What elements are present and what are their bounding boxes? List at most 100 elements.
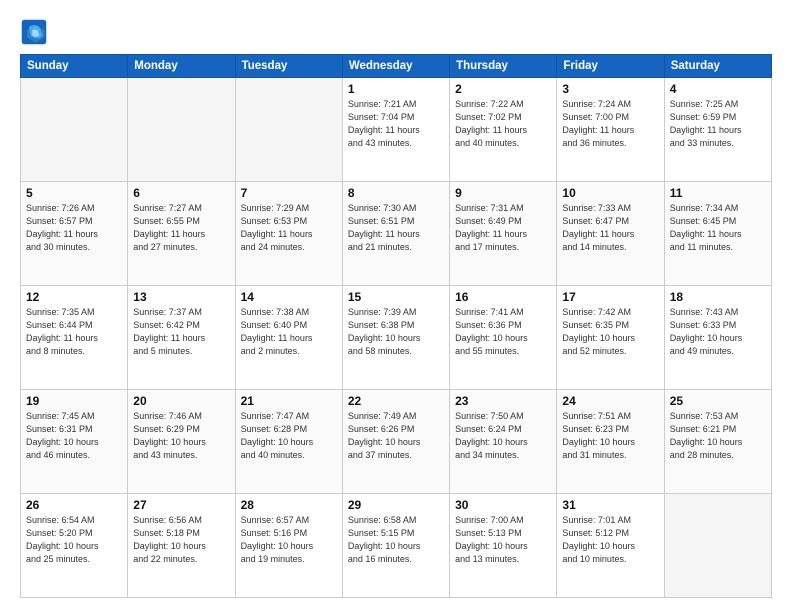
calendar-cell: 15 Sunrise: 7:39 AM Sunset: 6:38 PM Dayli… bbox=[342, 286, 449, 390]
calendar-cell: 16 Sunrise: 7:41 AM Sunset: 6:36 PM Dayli… bbox=[450, 286, 557, 390]
calendar-cell: 2 Sunrise: 7:22 AM Sunset: 7:02 PM Daylig… bbox=[450, 78, 557, 182]
calendar-cell: 19 Sunrise: 7:45 AM Sunset: 6:31 PM Dayli… bbox=[21, 390, 128, 494]
calendar-cell: 20 Sunrise: 7:46 AM Sunset: 6:29 PM Dayli… bbox=[128, 390, 235, 494]
weekday-header-saturday: Saturday bbox=[664, 55, 771, 78]
day-info: Sunrise: 7:41 AM Sunset: 6:36 PM Dayligh… bbox=[455, 306, 551, 358]
day-number: 20 bbox=[133, 394, 229, 408]
weekday-header-tuesday: Tuesday bbox=[235, 55, 342, 78]
calendar-cell: 1 Sunrise: 7:21 AM Sunset: 7:04 PM Daylig… bbox=[342, 78, 449, 182]
calendar-cell: 24Sunrise: 7:51 AM Sunset: 6:23 PM Dayli… bbox=[557, 390, 664, 494]
calendar-table: SundayMondayTuesdayWednesdayThursdayFrid… bbox=[20, 54, 772, 598]
day-number: 13 bbox=[133, 290, 229, 304]
calendar-cell bbox=[664, 494, 771, 598]
day-info: Sunrise: 7:37 AM Sunset: 6:42 PM Dayligh… bbox=[133, 306, 229, 358]
day-number: 1 bbox=[348, 82, 444, 96]
day-number: 7 bbox=[241, 186, 337, 200]
day-info: Sunrise: 6:57 AM Sunset: 5:16 PM Dayligh… bbox=[241, 514, 337, 566]
logo bbox=[20, 18, 52, 46]
day-info: Sunrise: 7:53 AM Sunset: 6:21 PM Dayligh… bbox=[670, 410, 766, 462]
calendar-cell: 25 Sunrise: 7:53 AM Sunset: 6:21 PM Dayli… bbox=[664, 390, 771, 494]
day-number: 25 bbox=[670, 394, 766, 408]
day-number: 30 bbox=[455, 498, 551, 512]
weekday-header-thursday: Thursday bbox=[450, 55, 557, 78]
day-info: Sunrise: 7:49 AM Sunset: 6:26 PM Dayligh… bbox=[348, 410, 444, 462]
day-number: 19 bbox=[26, 394, 122, 408]
day-info: Sunrise: 6:54 AM Sunset: 5:20 PM Dayligh… bbox=[26, 514, 122, 566]
calendar-week-row: 19 Sunrise: 7:45 AM Sunset: 6:31 PM Dayli… bbox=[21, 390, 772, 494]
day-info: Sunrise: 7:45 AM Sunset: 6:31 PM Dayligh… bbox=[26, 410, 122, 462]
calendar-cell: 23 Sunrise: 7:50 AM Sunset: 6:24 PM Dayli… bbox=[450, 390, 557, 494]
day-info: Sunrise: 7:50 AM Sunset: 6:24 PM Dayligh… bbox=[455, 410, 551, 462]
day-info: Sunrise: 7:42 AM Sunset: 6:35 PM Dayligh… bbox=[562, 306, 658, 358]
day-info: Sunrise: 7:24 AM Sunset: 7:00 PM Dayligh… bbox=[562, 98, 658, 150]
day-info: Sunrise: 7:27 AM Sunset: 6:55 PM Dayligh… bbox=[133, 202, 229, 254]
day-info: Sunrise: 7:46 AM Sunset: 6:29 PM Dayligh… bbox=[133, 410, 229, 462]
weekday-header-wednesday: Wednesday bbox=[342, 55, 449, 78]
header bbox=[20, 18, 772, 46]
calendar-week-row: 12Sunrise: 7:35 AM Sunset: 6:44 PM Dayli… bbox=[21, 286, 772, 390]
weekday-header-row: SundayMondayTuesdayWednesdayThursdayFrid… bbox=[21, 55, 772, 78]
day-info: Sunrise: 7:34 AM Sunset: 6:45 PM Dayligh… bbox=[670, 202, 766, 254]
day-number: 9 bbox=[455, 186, 551, 200]
day-number: 18 bbox=[670, 290, 766, 304]
day-number: 27 bbox=[133, 498, 229, 512]
weekday-header-friday: Friday bbox=[557, 55, 664, 78]
day-info: Sunrise: 7:51 AM Sunset: 6:23 PM Dayligh… bbox=[562, 410, 658, 462]
day-number: 17 bbox=[562, 290, 658, 304]
calendar-cell: 28 Sunrise: 6:57 AM Sunset: 5:16 PM Dayli… bbox=[235, 494, 342, 598]
day-info: Sunrise: 7:21 AM Sunset: 7:04 PM Dayligh… bbox=[348, 98, 444, 150]
calendar-cell: 27 Sunrise: 6:56 AM Sunset: 5:18 PM Dayli… bbox=[128, 494, 235, 598]
calendar-cell: 4 Sunrise: 7:25 AM Sunset: 6:59 PM Daylig… bbox=[664, 78, 771, 182]
calendar-cell: 13 Sunrise: 7:37 AM Sunset: 6:42 PM Dayli… bbox=[128, 286, 235, 390]
day-number: 23 bbox=[455, 394, 551, 408]
calendar-cell: 5Sunrise: 7:26 AM Sunset: 6:57 PM Daylig… bbox=[21, 182, 128, 286]
day-number: 16 bbox=[455, 290, 551, 304]
calendar-cell: 31Sunrise: 7:01 AM Sunset: 5:12 PM Dayli… bbox=[557, 494, 664, 598]
page: SundayMondayTuesdayWednesdayThursdayFrid… bbox=[0, 0, 792, 612]
day-number: 29 bbox=[348, 498, 444, 512]
day-info: Sunrise: 7:31 AM Sunset: 6:49 PM Dayligh… bbox=[455, 202, 551, 254]
calendar-cell: 14Sunrise: 7:38 AM Sunset: 6:40 PM Dayli… bbox=[235, 286, 342, 390]
day-info: Sunrise: 7:39 AM Sunset: 6:38 PM Dayligh… bbox=[348, 306, 444, 358]
day-number: 4 bbox=[670, 82, 766, 96]
day-info: Sunrise: 7:25 AM Sunset: 6:59 PM Dayligh… bbox=[670, 98, 766, 150]
logo-icon bbox=[20, 18, 48, 46]
calendar-cell bbox=[128, 78, 235, 182]
day-number: 28 bbox=[241, 498, 337, 512]
day-info: Sunrise: 7:38 AM Sunset: 6:40 PM Dayligh… bbox=[241, 306, 337, 358]
weekday-header-sunday: Sunday bbox=[21, 55, 128, 78]
day-info: Sunrise: 7:35 AM Sunset: 6:44 PM Dayligh… bbox=[26, 306, 122, 358]
day-info: Sunrise: 7:33 AM Sunset: 6:47 PM Dayligh… bbox=[562, 202, 658, 254]
day-info: Sunrise: 7:47 AM Sunset: 6:28 PM Dayligh… bbox=[241, 410, 337, 462]
calendar-cell: 30 Sunrise: 7:00 AM Sunset: 5:13 PM Dayli… bbox=[450, 494, 557, 598]
calendar-cell: 9 Sunrise: 7:31 AM Sunset: 6:49 PM Daylig… bbox=[450, 182, 557, 286]
day-number: 6 bbox=[133, 186, 229, 200]
day-number: 15 bbox=[348, 290, 444, 304]
calendar-cell: 12Sunrise: 7:35 AM Sunset: 6:44 PM Dayli… bbox=[21, 286, 128, 390]
day-number: 2 bbox=[455, 82, 551, 96]
calendar-cell: 26 Sunrise: 6:54 AM Sunset: 5:20 PM Dayli… bbox=[21, 494, 128, 598]
calendar-cell: 22 Sunrise: 7:49 AM Sunset: 6:26 PM Dayli… bbox=[342, 390, 449, 494]
day-info: Sunrise: 7:22 AM Sunset: 7:02 PM Dayligh… bbox=[455, 98, 551, 150]
day-number: 10 bbox=[562, 186, 658, 200]
calendar-cell: 17 Sunrise: 7:42 AM Sunset: 6:35 PM Dayli… bbox=[557, 286, 664, 390]
day-info: Sunrise: 7:30 AM Sunset: 6:51 PM Dayligh… bbox=[348, 202, 444, 254]
day-info: Sunrise: 6:58 AM Sunset: 5:15 PM Dayligh… bbox=[348, 514, 444, 566]
weekday-header-monday: Monday bbox=[128, 55, 235, 78]
day-number: 22 bbox=[348, 394, 444, 408]
calendar-cell: 3Sunrise: 7:24 AM Sunset: 7:00 PM Daylig… bbox=[557, 78, 664, 182]
calendar-cell: 11Sunrise: 7:34 AM Sunset: 6:45 PM Dayli… bbox=[664, 182, 771, 286]
calendar-cell: 7Sunrise: 7:29 AM Sunset: 6:53 PM Daylig… bbox=[235, 182, 342, 286]
calendar-week-row: 5Sunrise: 7:26 AM Sunset: 6:57 PM Daylig… bbox=[21, 182, 772, 286]
day-number: 5 bbox=[26, 186, 122, 200]
calendar-cell: 8 Sunrise: 7:30 AM Sunset: 6:51 PM Daylig… bbox=[342, 182, 449, 286]
day-info: Sunrise: 7:43 AM Sunset: 6:33 PM Dayligh… bbox=[670, 306, 766, 358]
calendar-cell bbox=[21, 78, 128, 182]
calendar-cell: 6 Sunrise: 7:27 AM Sunset: 6:55 PM Daylig… bbox=[128, 182, 235, 286]
day-number: 26 bbox=[26, 498, 122, 512]
day-number: 8 bbox=[348, 186, 444, 200]
day-info: Sunrise: 7:00 AM Sunset: 5:13 PM Dayligh… bbox=[455, 514, 551, 566]
calendar-week-row: 1 Sunrise: 7:21 AM Sunset: 7:04 PM Daylig… bbox=[21, 78, 772, 182]
day-number: 21 bbox=[241, 394, 337, 408]
day-info: Sunrise: 6:56 AM Sunset: 5:18 PM Dayligh… bbox=[133, 514, 229, 566]
